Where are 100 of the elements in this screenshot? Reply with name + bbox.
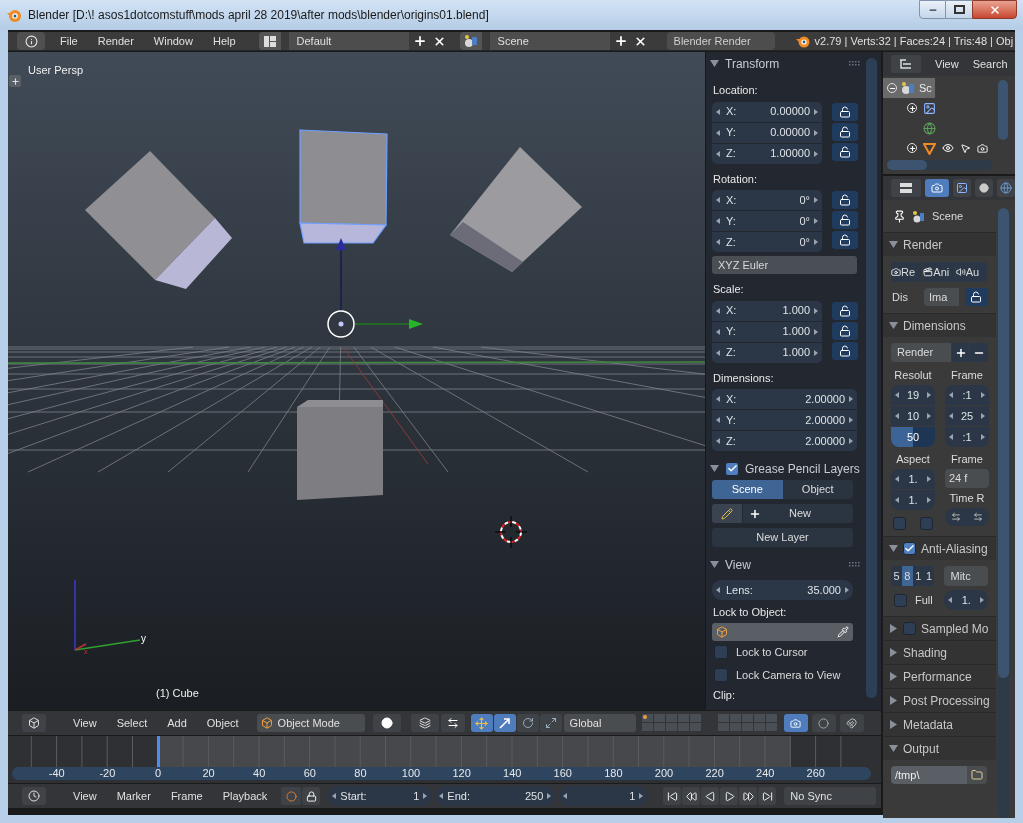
panel-title[interactable]: Transform <box>725 54 780 73</box>
widget-button[interactable] <box>539 714 562 732</box>
selected-cube-drawing[interactable] <box>299 129 388 244</box>
3d-cursor-icon[interactable] <box>494 515 528 549</box>
render-button[interactable]: Re <box>891 262 923 282</box>
camera-icon[interactable] <box>977 142 988 154</box>
checkbox[interactable] <box>920 517 933 530</box>
lock-camera-toggle[interactable] <box>783 714 808 732</box>
number-field[interactable]: X: 0.00000 <box>712 101 822 122</box>
menu-item[interactable]: Marker <box>116 787 151 805</box>
menu-item[interactable]: Help <box>212 32 236 50</box>
number-field[interactable]: Y: 0° <box>712 211 822 231</box>
context-tab[interactable] <box>953 179 971 197</box>
close-icon[interactable] <box>633 34 647 48</box>
tab[interactable]: Object <box>782 480 853 499</box>
end-frame-field[interactable]: End: 250 <box>435 786 556 806</box>
number-field[interactable]: 1. <box>944 590 988 610</box>
number-field[interactable]: Y: 0.00000 <box>712 122 822 143</box>
current-frame-field[interactable]: 1 <box>559 786 648 806</box>
disclosure-triangle-icon[interactable] <box>710 560 719 569</box>
cube-drawing[interactable] <box>297 400 383 500</box>
number-field[interactable]: :1 <box>945 385 989 405</box>
frame-ruler[interactable] <box>12 767 871 780</box>
start-frame-field[interactable]: Start: 1 <box>328 786 432 806</box>
menu-item[interactable]: Object <box>206 714 239 732</box>
checkbox[interactable] <box>714 668 728 682</box>
disclosure-triangle-icon[interactable] <box>710 464 719 473</box>
disclosure-triangle-icon[interactable] <box>889 720 898 729</box>
panel-title[interactable]: Grease Pencil Layers <box>745 459 860 478</box>
editor-type-dropdown[interactable] <box>17 32 45 50</box>
checkbox[interactable] <box>893 517 906 530</box>
number-field[interactable]: X: 0° <box>712 190 822 210</box>
disclosure-triangle-icon[interactable] <box>889 321 898 330</box>
lock-button[interactable] <box>832 191 858 209</box>
checkbox[interactable] <box>903 542 916 555</box>
disclosure-triangle-icon[interactable] <box>889 696 898 705</box>
pin-icon[interactable] <box>893 209 906 223</box>
number-field[interactable]: Y: 2.00000 <box>712 410 857 430</box>
checkbox[interactable] <box>903 622 916 635</box>
menu-item[interactable]: Add <box>167 714 187 732</box>
menu-item[interactable]: View <box>73 787 97 805</box>
add-preset-button[interactable] <box>951 343 970 362</box>
maximize-button[interactable] <box>946 0 972 19</box>
checkbox-label[interactable]: Lock to Cursor <box>736 643 808 661</box>
new-layer-button[interactable]: New Layer <box>712 528 853 547</box>
lock-button[interactable] <box>832 301 858 320</box>
jump-end-button[interactable] <box>758 787 777 805</box>
editor-type-dropdown[interactable] <box>22 714 46 732</box>
play-reverse-button[interactable] <box>701 787 720 805</box>
new-button[interactable]: New <box>743 504 853 523</box>
menu-item[interactable]: Window <box>153 32 193 50</box>
disclosure-triangle-icon[interactable] <box>889 648 898 657</box>
number-field[interactable]: Z: 0° <box>712 232 822 252</box>
time-remap-field[interactable] <box>945 508 989 526</box>
sample-option[interactable]: 1 <box>923 566 935 586</box>
transform-gizmo-drawing[interactable] <box>327 238 423 338</box>
context-tab[interactable] <box>925 179 949 197</box>
editor-type-dropdown[interactable] <box>891 179 921 197</box>
scrollbar[interactable] <box>998 208 1009 818</box>
preset-dropdown[interactable]: Render <box>891 343 951 362</box>
orientation-dropdown[interactable]: Global <box>563 714 636 732</box>
scene-icon[interactable] <box>459 32 482 50</box>
cube-drawing[interactable] <box>85 151 232 289</box>
menu-item[interactable]: Select <box>116 714 148 732</box>
number-field[interactable]: :1 <box>945 427 989 447</box>
lock-button[interactable] <box>832 211 858 229</box>
context-tab[interactable] <box>975 179 993 197</box>
next-keyframe-button[interactable] <box>739 787 758 805</box>
number-field[interactable]: Lens: 35.000 <box>712 580 853 600</box>
menu-item[interactable]: View <box>935 55 959 73</box>
widget-button[interactable] <box>493 714 516 732</box>
menu-item[interactable]: Playback <box>222 787 268 805</box>
number-field[interactable]: 25 <box>945 406 989 426</box>
pivot-dropdown[interactable] <box>410 714 439 732</box>
number-field[interactable]: X: 2.00000 <box>712 389 857 409</box>
scene-field[interactable]: Scene <box>489 32 610 50</box>
checkbox-label[interactable]: Full <box>915 591 933 609</box>
remove-preset-button[interactable] <box>970 343 988 362</box>
add-icon[interactable] <box>412 34 427 48</box>
tool-shelf-toggle[interactable] <box>9 75 21 87</box>
widget-button[interactable] <box>470 714 493 732</box>
sample-option[interactable]: 1 <box>912 566 924 586</box>
number-field[interactable]: 19 <box>891 385 935 405</box>
panel-title[interactable]: View <box>725 555 751 574</box>
menu-item[interactable]: File <box>60 32 78 50</box>
jump-start-button[interactable] <box>663 787 682 805</box>
lock-button[interactable] <box>832 122 858 141</box>
snap-toggle[interactable] <box>839 714 864 732</box>
grip-icon[interactable] <box>849 562 860 567</box>
cube-drawing[interactable] <box>450 147 582 272</box>
render-button[interactable]: Ani <box>923 262 955 282</box>
horizontal-scrollbar[interactable] <box>887 160 992 170</box>
number-field[interactable]: Y: 1.000 <box>712 321 822 342</box>
checkbox-label[interactable]: Lock Camera to View <box>736 666 841 684</box>
eye-icon[interactable] <box>942 142 954 154</box>
lock-button[interactable] <box>832 102 858 121</box>
object-field[interactable] <box>712 622 853 641</box>
checkbox[interactable] <box>894 593 907 607</box>
number-field[interactable]: X: 1.000 <box>712 300 822 321</box>
disclosure-triangle-icon[interactable] <box>889 544 898 553</box>
